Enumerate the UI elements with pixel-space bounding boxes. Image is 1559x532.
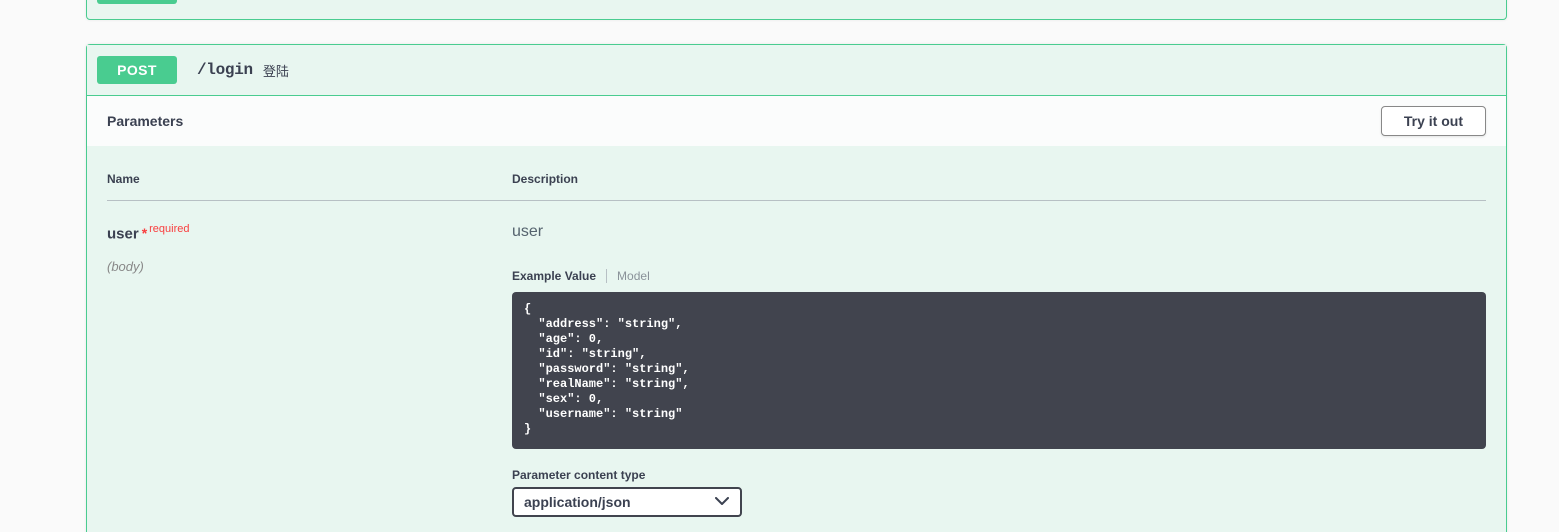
parameters-body: Name Description user * required (body) us… bbox=[87, 146, 1506, 517]
parameter-name-cell: user * required (body) bbox=[107, 201, 512, 518]
tab-divider bbox=[606, 269, 608, 283]
opblock-insert[interactable]: POST /insert 新增用户 bbox=[86, 0, 1507, 20]
http-method-badge: POST bbox=[97, 0, 177, 4]
column-header-description: Description bbox=[512, 146, 1486, 201]
parameter-location: (body) bbox=[107, 259, 144, 275]
parameters-title: Parameters bbox=[107, 113, 184, 129]
parameters-section-header: Parameters Try it out bbox=[87, 95, 1506, 146]
http-method-badge: POST bbox=[97, 56, 177, 84]
opblock-summary-login[interactable]: POST /login 登陆 bbox=[87, 45, 1506, 95]
column-header-name: Name bbox=[107, 146, 512, 201]
table-row: user * required (body) user Example Value … bbox=[107, 201, 1486, 518]
tab-model[interactable]: Model bbox=[617, 269, 650, 283]
parameter-name: user bbox=[107, 225, 139, 243]
parameter-description: user bbox=[512, 223, 544, 240]
example-model-tabs: Example Value Model bbox=[512, 269, 1486, 283]
parameter-description-cell: user Example Value Model { "address": "s… bbox=[512, 201, 1486, 517]
opblock-login[interactable]: POST /login 登陆 Parameters Try it out Nam… bbox=[86, 44, 1507, 532]
tab-example-value[interactable]: Example Value bbox=[512, 269, 596, 283]
example-value-json: { "address": "string", "age": 0, "id": "… bbox=[524, 302, 690, 436]
chevron-down-icon bbox=[715, 493, 729, 511]
endpoint-path: /login bbox=[197, 61, 253, 79]
try-it-out-button[interactable]: Try it out bbox=[1380, 106, 1486, 136]
opblock-summary-insert[interactable]: POST /insert 新增用户 bbox=[87, 0, 1506, 9]
example-value-code-block[interactable]: { "address": "string", "age": 0, "id": "… bbox=[512, 292, 1486, 449]
content-type-label: Parameter content type bbox=[512, 468, 646, 482]
swagger-ui-page: POST /insert 新增用户 POST /login 登陆 Paramet… bbox=[0, 0, 1559, 532]
parameters-table: Name Description user * required (body) us… bbox=[107, 146, 1486, 517]
endpoint-summary: 登陆 bbox=[262, 63, 289, 79]
parameter-content-type-select[interactable]: application/json bbox=[512, 487, 742, 517]
required-label: required bbox=[149, 223, 190, 235]
required-asterisk-icon: * bbox=[141, 225, 148, 242]
content-type-value: application/json bbox=[524, 494, 631, 510]
table-header-row: Name Description bbox=[107, 146, 1486, 201]
